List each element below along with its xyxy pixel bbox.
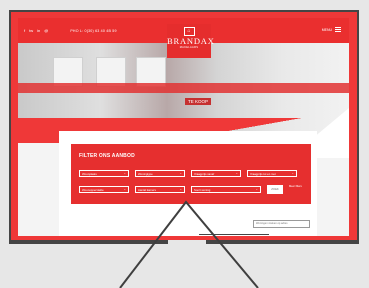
logo-tagline: MAKELAARS <box>179 46 199 49</box>
stand-outline <box>119 200 259 288</box>
logo-mark-icon: ⌂ <box>183 27 195 36</box>
logo-name: BRANDAX <box>167 36 215 46</box>
stand-gap-mask <box>168 240 206 244</box>
illustration-stage: f tw in @ PHO L: 0(30) 63 40 4B 59 MENU … <box>0 0 369 288</box>
brand-logo[interactable]: ⌂ BRANDAX MAKELAARS <box>167 24 215 58</box>
